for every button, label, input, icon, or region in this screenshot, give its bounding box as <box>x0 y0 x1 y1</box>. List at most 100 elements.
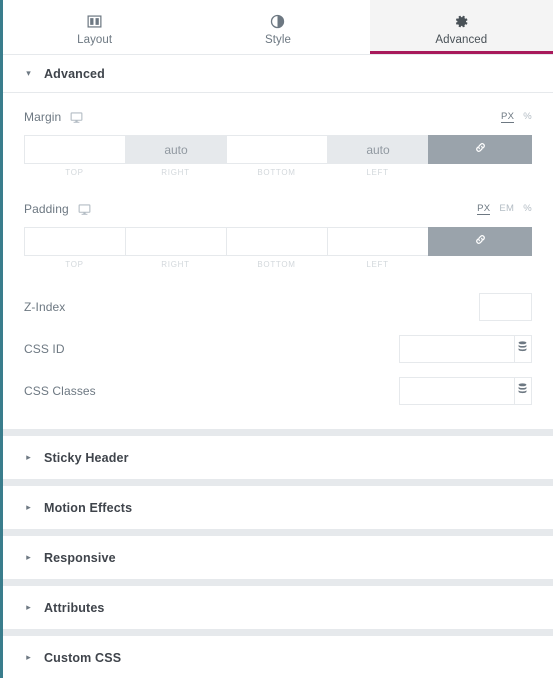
padding-link-values-button[interactable] <box>428 227 532 256</box>
css-classes-field-group <box>399 377 532 405</box>
chevron-down-icon: ▾ <box>26 68 31 78</box>
margin-header-row: Margin PX % <box>24 102 532 132</box>
z-index-row: Z-Index <box>24 286 532 328</box>
padding-left-sublabel: LEFT <box>366 260 389 269</box>
section-title-advanced: Advanced <box>44 66 105 81</box>
z-index-label: Z-Index <box>24 300 66 314</box>
tab-layout-label: Layout <box>77 34 113 47</box>
padding-dimensions: TOP RIGHT BOTTOM LEFT <box>24 227 532 269</box>
section-divider <box>3 429 553 436</box>
section-attributes[interactable]: ▸ Attributes <box>3 586 553 629</box>
margin-bottom-sublabel: BOTTOM <box>257 168 296 177</box>
chevron-right-icon: ▸ <box>26 552 31 562</box>
margin-left-sublabel: LEFT <box>366 168 389 177</box>
elementor-advanced-panel: Layout Style Advanced ▾ Advanced Margin … <box>0 0 553 678</box>
padding-right-sublabel: RIGHT <box>161 260 190 269</box>
tab-style-label: Style <box>264 34 292 47</box>
margin-unit-switcher: PX % <box>500 111 532 123</box>
section-title-responsive: Responsive <box>44 550 116 565</box>
margin-label-group: Margin <box>24 110 83 124</box>
advanced-section-bottom-spacer <box>3 412 553 429</box>
section-motion-effects[interactable]: ▸ Motion Effects <box>3 486 553 529</box>
padding-left-input[interactable] <box>327 227 428 256</box>
padding-unit-switcher: PX EM % <box>477 203 532 215</box>
padding-unit-em[interactable]: EM <box>499 203 514 214</box>
margin-bottom-input[interactable] <box>226 135 327 164</box>
link-icon <box>474 141 487 159</box>
margin-right-sublabel: RIGHT <box>161 168 190 177</box>
padding-bottom-input[interactable] <box>226 227 327 256</box>
padding-unit-percent[interactable]: % <box>523 203 532 214</box>
padding-header-row: Padding PX EM % <box>24 194 532 224</box>
tab-advanced[interactable]: Advanced <box>369 0 553 54</box>
section-custom-css[interactable]: ▸ Custom CSS <box>3 636 553 678</box>
control-margin: Margin PX % TOP RI <box>3 102 553 177</box>
chevron-right-icon: ▸ <box>26 652 31 662</box>
panel-tabs: Layout Style Advanced <box>3 0 553 54</box>
chevron-right-icon: ▸ <box>26 502 31 512</box>
section-title-sticky-header: Sticky Header <box>44 450 129 465</box>
margin-left-cell: LEFT <box>327 135 428 177</box>
section-top-spacer <box>3 93 553 102</box>
margin-dimensions: TOP RIGHT BOTTOM LEFT <box>24 135 532 177</box>
margin-right-input[interactable] <box>125 135 226 164</box>
padding-top-cell: TOP <box>24 227 125 269</box>
chevron-right-icon: ▸ <box>26 452 31 462</box>
section-divider <box>3 479 553 486</box>
dynamic-tag-icon <box>517 382 528 400</box>
padding-link-cell <box>428 227 532 269</box>
css-id-input[interactable] <box>399 335 514 363</box>
gear-icon <box>454 13 469 30</box>
z-index-input[interactable] <box>479 293 532 321</box>
section-divider <box>3 579 553 586</box>
css-id-field-group <box>399 335 532 363</box>
tab-style[interactable]: Style <box>186 0 370 54</box>
columns-icon <box>87 13 102 30</box>
padding-bottom-cell: BOTTOM <box>226 227 327 269</box>
margin-right-cell: RIGHT <box>125 135 226 177</box>
padding-bottom-sublabel: BOTTOM <box>257 260 296 269</box>
css-classes-dynamic-tag-button[interactable] <box>513 377 532 405</box>
margin-link-cell <box>428 135 532 177</box>
section-sticky-header[interactable]: ▸ Sticky Header <box>3 436 553 479</box>
margin-top-cell: TOP <box>24 135 125 177</box>
section-header-advanced[interactable]: ▾ Advanced <box>3 55 553 93</box>
padding-left-cell: LEFT <box>327 227 428 269</box>
padding-right-cell: RIGHT <box>125 227 226 269</box>
section-title-motion-effects: Motion Effects <box>44 500 133 515</box>
padding-top-input[interactable] <box>24 227 125 256</box>
margin-unit-percent[interactable]: % <box>523 111 532 122</box>
css-classes-label: CSS Classes <box>24 384 96 398</box>
link-icon <box>474 233 487 251</box>
css-classes-input[interactable] <box>399 377 514 405</box>
desktop-icon[interactable] <box>78 203 91 216</box>
margin-top-input[interactable] <box>24 135 125 164</box>
control-css-id: CSS ID <box>3 328 553 370</box>
contrast-icon <box>270 13 285 30</box>
section-divider <box>3 529 553 536</box>
section-responsive[interactable]: ▸ Responsive <box>3 536 553 579</box>
css-classes-row: CSS Classes <box>24 370 532 412</box>
section-divider <box>3 629 553 636</box>
control-css-classes: CSS Classes <box>3 370 553 412</box>
padding-top-sublabel: TOP <box>65 260 84 269</box>
css-id-dynamic-tag-button[interactable] <box>513 335 532 363</box>
padding-label: Padding <box>24 202 69 216</box>
desktop-icon[interactable] <box>70 111 83 124</box>
section-title-attributes: Attributes <box>44 600 105 615</box>
margin-link-values-button[interactable] <box>428 135 532 164</box>
control-z-index: Z-Index <box>3 286 553 328</box>
margin-bottom-spacer <box>3 177 553 194</box>
padding-unit-px[interactable]: PX <box>477 203 491 215</box>
section-title-custom-css: Custom CSS <box>44 650 122 665</box>
margin-left-input[interactable] <box>327 135 428 164</box>
dynamic-tag-icon <box>517 340 528 358</box>
tab-layout[interactable]: Layout <box>3 0 187 54</box>
margin-top-sublabel: TOP <box>65 168 84 177</box>
margin-unit-px[interactable]: PX <box>500 111 515 123</box>
chevron-right-icon: ▸ <box>26 602 31 612</box>
padding-right-input[interactable] <box>125 227 226 256</box>
tab-advanced-label: Advanced <box>435 34 488 47</box>
css-id-label: CSS ID <box>24 342 65 356</box>
margin-label: Margin <box>24 110 62 124</box>
